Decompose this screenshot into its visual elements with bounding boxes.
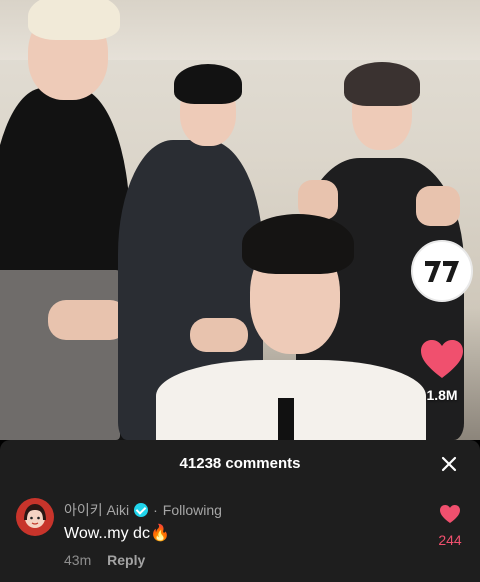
close-button[interactable] xyxy=(436,451,462,477)
close-icon xyxy=(441,456,457,472)
comment-author-line: 아이키 Aiki · Following xyxy=(64,500,222,520)
comment-like-count: 244 xyxy=(438,532,462,548)
commenter-avatar[interactable] xyxy=(16,498,54,536)
like-button[interactable]: 1.8M xyxy=(411,338,473,403)
person-front xyxy=(150,210,430,440)
comment-time: 43m xyxy=(64,552,92,568)
comment-separator: · xyxy=(153,502,158,518)
comment-like-button[interactable]: 244 xyxy=(432,504,468,548)
following-status: Following xyxy=(162,502,222,518)
heart-icon xyxy=(421,340,463,378)
heart-icon xyxy=(440,504,460,524)
comment-meta: 43m Reply xyxy=(64,552,157,568)
like-count: 1.8M xyxy=(426,387,458,403)
reply-button[interactable]: Reply xyxy=(107,552,145,568)
comment-username[interactable]: 아이키 Aiki xyxy=(64,500,129,520)
verified-badge-icon xyxy=(134,503,149,517)
comment-item: 아이키 Aiki · Following Wow..my dc🔥 43m Rep… xyxy=(16,498,464,578)
comments-sheet: 41238 comments 아이키 Aiki · Following Wow.… xyxy=(0,440,480,582)
channel-avatar[interactable] xyxy=(411,240,473,302)
comment-text: Wow..my dc🔥 xyxy=(64,525,170,542)
seventeen-logo-icon xyxy=(425,261,459,282)
comments-count-title: 41238 comments xyxy=(179,455,301,472)
video-player[interactable]: 1.8M xyxy=(0,0,480,440)
